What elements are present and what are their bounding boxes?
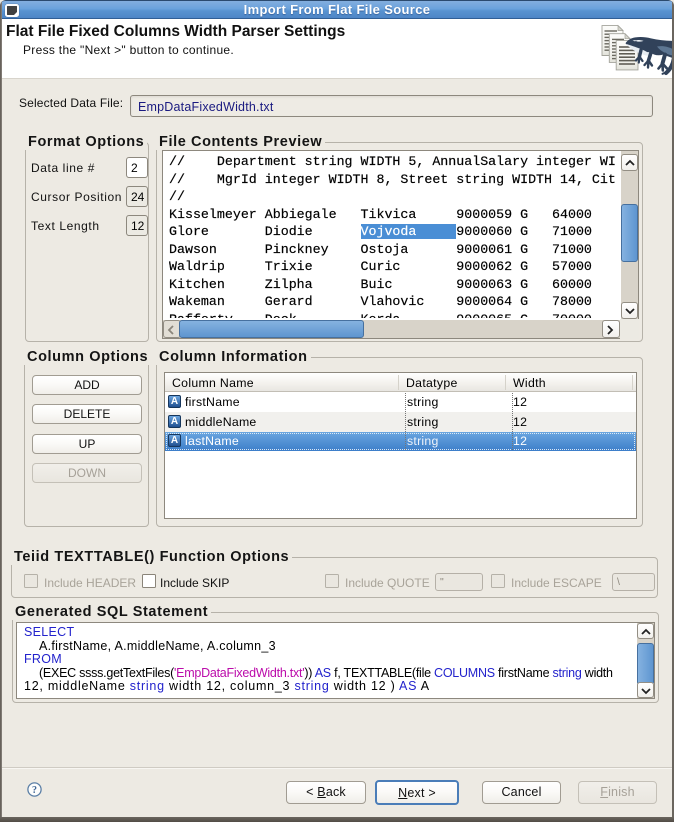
- svg-text:?: ?: [32, 785, 37, 796]
